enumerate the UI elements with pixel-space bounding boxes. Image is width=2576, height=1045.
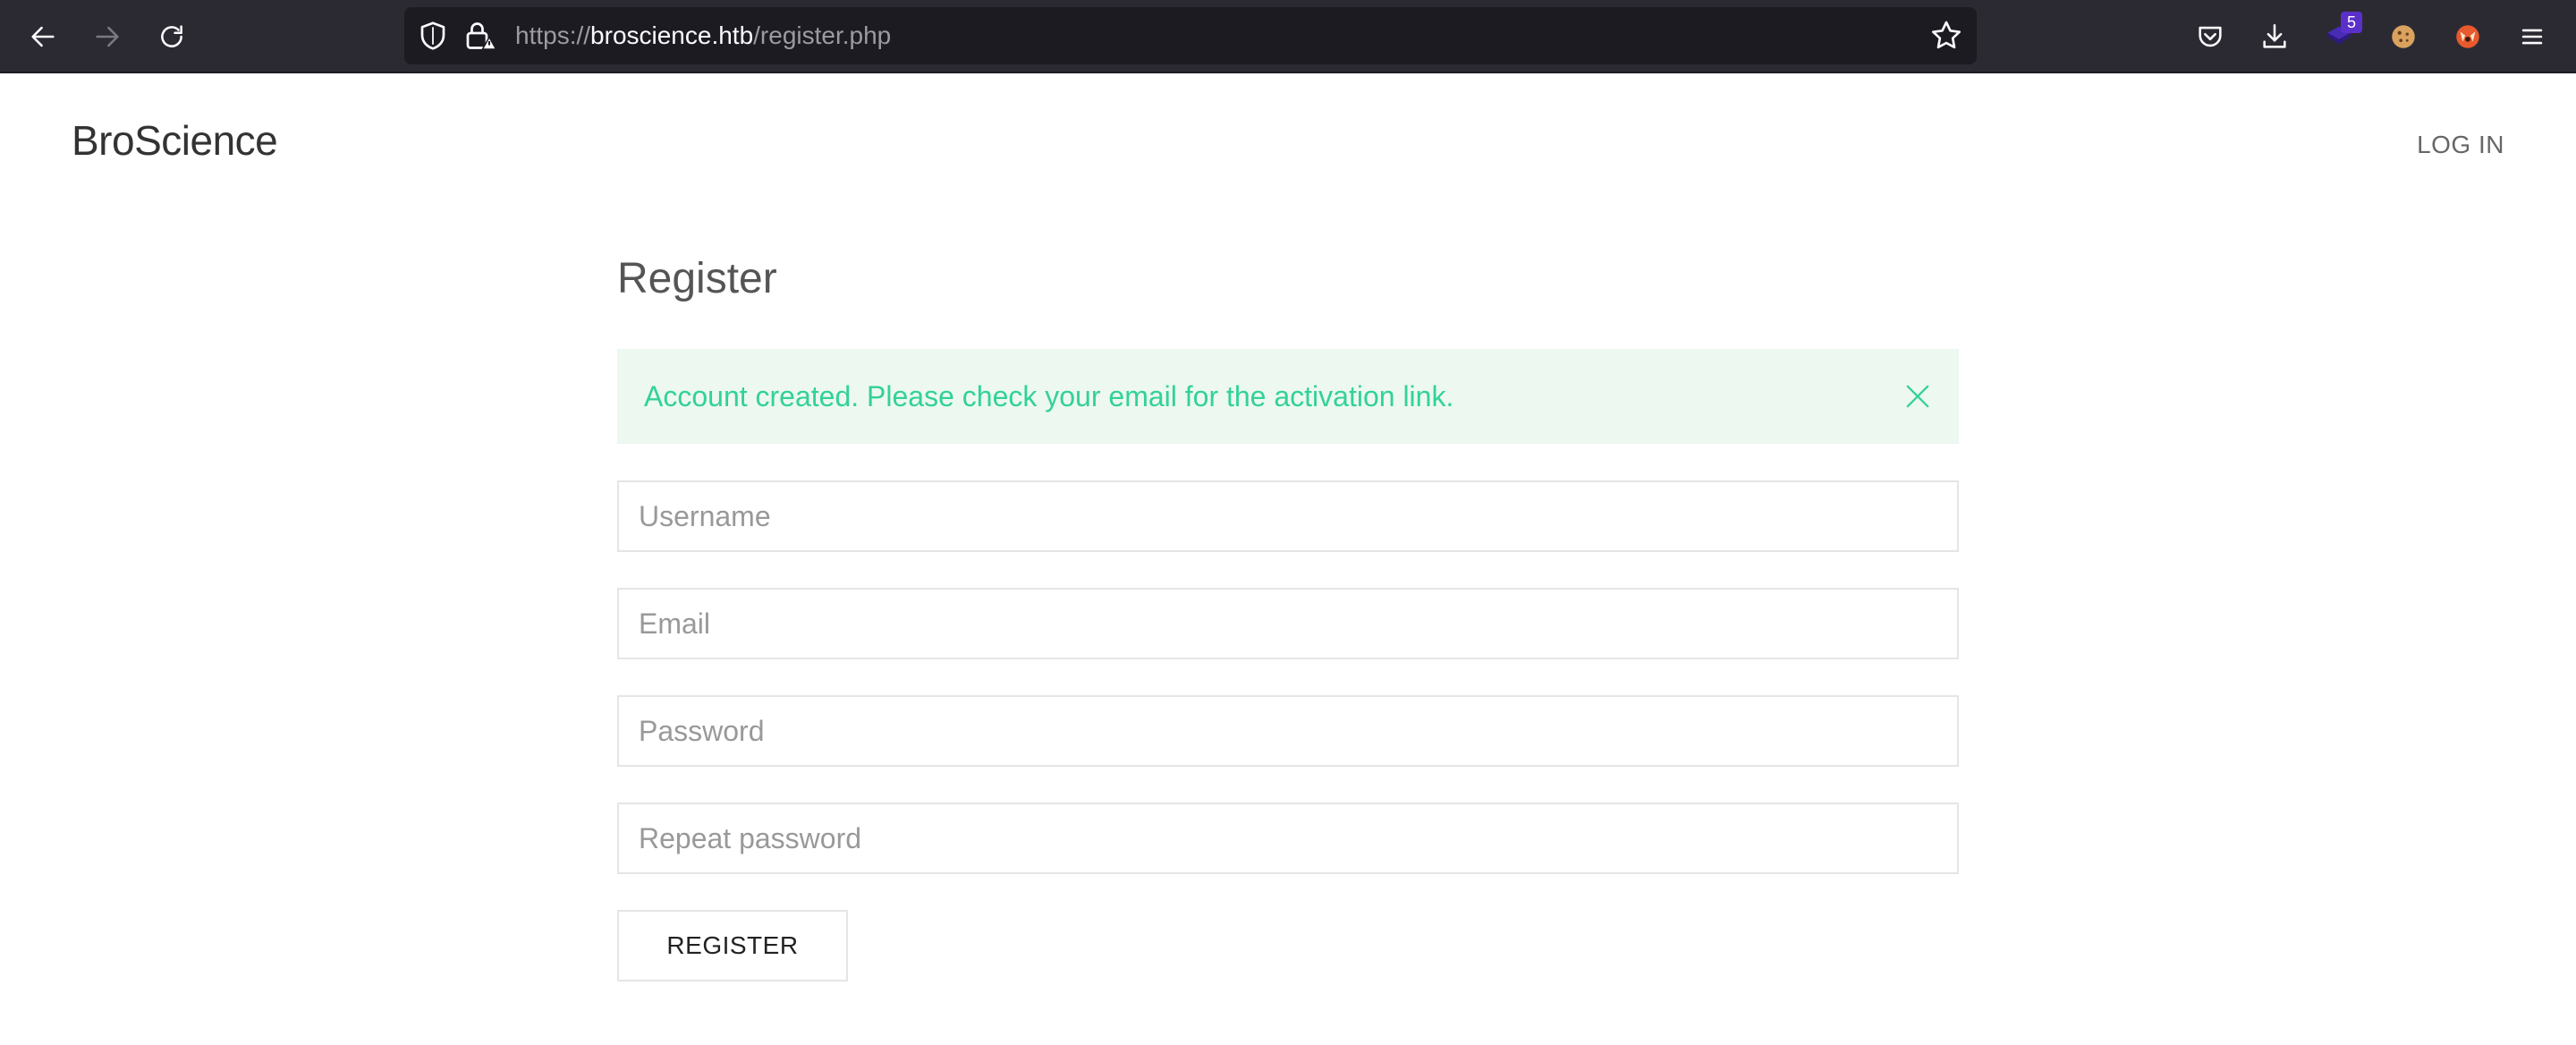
close-icon[interactable]	[1903, 382, 1932, 411]
fox-icon	[2456, 25, 2479, 48]
register-button[interactable]: REGISTER	[617, 910, 848, 981]
cookie-extension-button[interactable]	[2382, 15, 2425, 58]
download-icon	[2263, 23, 2286, 48]
back-button[interactable]	[21, 15, 64, 58]
downloads-button[interactable]	[2253, 15, 2296, 58]
forward-button[interactable]	[86, 15, 129, 58]
email-input[interactable]	[617, 588, 1959, 659]
extension-button[interactable]: 5	[2318, 12, 2362, 58]
url-text[interactable]: https://broscience.htb/register.php	[515, 7, 891, 64]
url-path: /register.php	[753, 21, 892, 49]
back-arrow-icon	[31, 26, 55, 47]
star-icon[interactable]	[1928, 18, 1964, 54]
pocket-icon	[2199, 26, 2222, 47]
browser-toolbar: https://broscience.htb/register.php 5	[0, 0, 2576, 73]
hamburger-menu-icon	[2521, 29, 2543, 45]
url-scheme: https://	[515, 21, 591, 49]
alert-message: Account created. Please check your email…	[644, 380, 1454, 412]
repeat-password-input[interactable]	[617, 803, 1959, 874]
password-input[interactable]	[617, 695, 1959, 767]
url-host: broscience.htb	[590, 21, 754, 49]
site-logo-link[interactable]: BroScience	[72, 116, 278, 165]
url-bar[interactable]: https://broscience.htb/register.php	[404, 7, 1977, 64]
page-title: Register	[617, 255, 777, 302]
username-input[interactable]	[617, 480, 1959, 552]
extension-badge: 5	[2341, 12, 2362, 33]
cookie-icon	[2392, 25, 2415, 48]
tracking-protection-shield-icon[interactable]	[417, 20, 449, 52]
reload-button[interactable]	[150, 15, 193, 58]
forward-arrow-icon	[96, 26, 119, 47]
reload-icon	[161, 25, 182, 47]
login-link[interactable]: LOG IN	[2417, 131, 2504, 159]
fox-extension-button[interactable]	[2446, 15, 2489, 58]
app-menu-button[interactable]	[2511, 15, 2554, 58]
success-alert: Account created. Please check your email…	[617, 349, 1959, 444]
pocket-button[interactable]	[2189, 15, 2232, 58]
insecure-lock-icon[interactable]	[463, 20, 499, 52]
